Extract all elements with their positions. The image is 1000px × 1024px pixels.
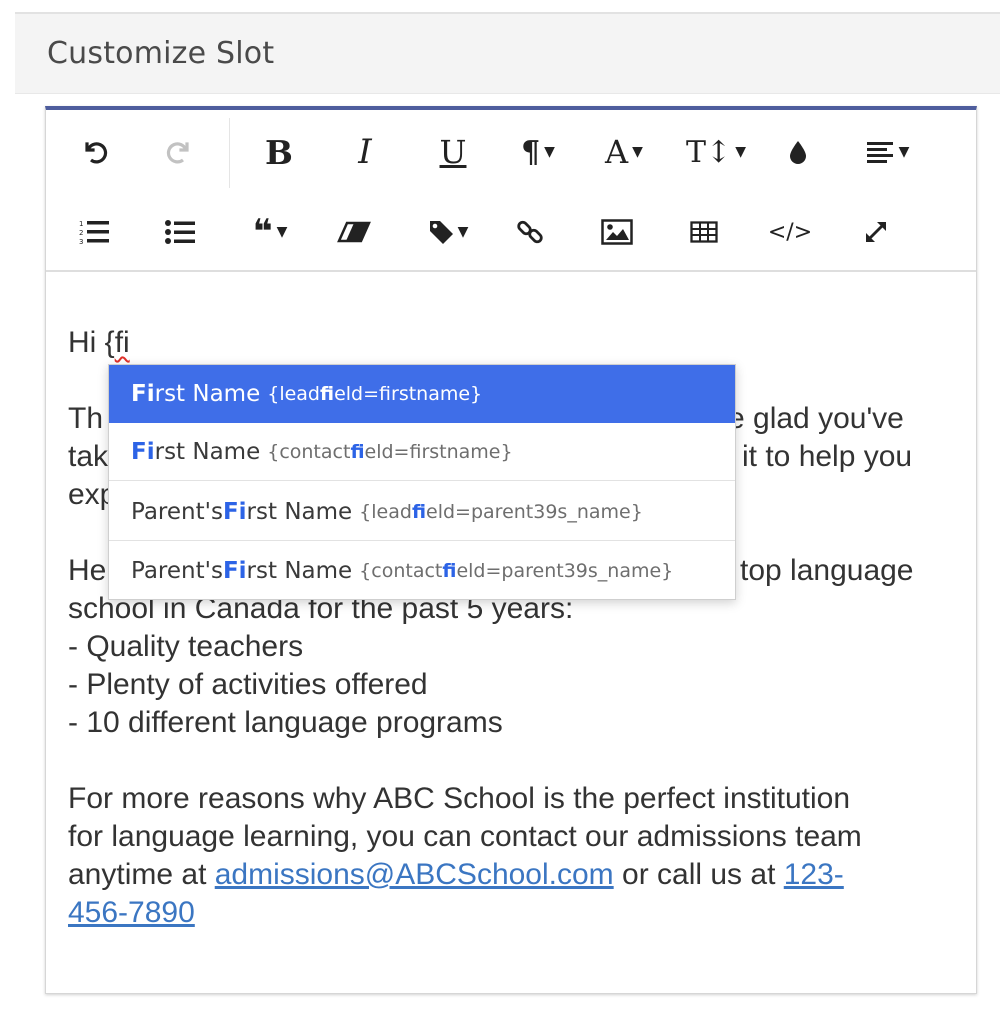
toolbar-separator (229, 118, 230, 188)
link-icon (517, 220, 543, 244)
chevron-down-icon: ▼ (898, 144, 910, 160)
table-icon (690, 221, 718, 243)
panel-header: Customize Slot (15, 12, 1000, 94)
bold-button[interactable]: B (249, 124, 309, 180)
svg-text:1: 1 (79, 220, 83, 228)
greeting-line: Hi {fi (68, 326, 130, 359)
code-view-icon: </> (767, 219, 813, 245)
code-view-button[interactable]: </> (760, 204, 820, 260)
svg-text:2: 2 (79, 229, 83, 237)
field-token: {leadfield=firstname} (267, 383, 483, 405)
bullet-item: - Plenty of activities offered (68, 668, 428, 701)
svg-text:3: 3 (79, 238, 83, 245)
eraser-icon (337, 221, 371, 243)
paragraph-icon: ¶ (521, 134, 541, 170)
align-button[interactable]: ▼ (858, 124, 918, 180)
phone-link[interactable]: 456-7890 (68, 896, 195, 929)
paragraph-3-line-4: 456-7890 (68, 894, 948, 932)
email-link[interactable]: admissions@ABCSchool.com (215, 858, 614, 891)
image-button[interactable] (587, 204, 647, 260)
bold-icon: B (265, 132, 293, 172)
chevron-down-icon: ▼ (457, 224, 469, 240)
italic-icon: I (358, 132, 372, 172)
undo-icon (85, 142, 108, 164)
autocomplete-option[interactable]: Fi rst Name {contactfield=firstname} (109, 423, 735, 481)
color-button[interactable] (768, 124, 828, 180)
field-token: {contactfield=parent39s_name} (359, 560, 674, 582)
paragraph-3-line-1: For more reasons why ABC School is the p… (68, 782, 851, 815)
field-token: {contactfield=firstname} (267, 440, 513, 463)
autocomplete-option[interactable]: Parent's Fi rst Name {leadfield=parent39s_… (109, 483, 735, 541)
tag-icon (429, 221, 453, 244)
field-token: {leadfield=parent39s_name} (359, 500, 643, 523)
chevron-down-icon: ▼ (544, 144, 555, 160)
ordered-list-icon: 123 (79, 220, 109, 245)
chevron-down-icon: ▼ (276, 224, 288, 240)
font-family-icon: A (605, 133, 629, 171)
redo-icon (166, 142, 189, 164)
blockquote-icon: ❝ (252, 212, 273, 252)
font-family-button[interactable]: A ▼ (594, 124, 654, 180)
redo-button[interactable] (150, 124, 210, 180)
undo-button[interactable] (64, 124, 124, 180)
tag-button[interactable]: ▼ (418, 204, 478, 260)
image-icon (601, 219, 633, 245)
underline-button[interactable]: U (423, 124, 483, 180)
editor-toolbar: B I U ¶ ▼ A ▼ T↕ ▼ ▼ 123 ❝ ▼ ▼ </> (46, 110, 976, 272)
chevron-down-icon: ▼ (632, 144, 643, 160)
fullscreen-button[interactable] (846, 204, 906, 260)
italic-button[interactable]: I (335, 124, 395, 180)
eraser-button[interactable] (324, 204, 384, 260)
typed-token: fi (114, 326, 130, 359)
ordered-list-button[interactable]: 123 (64, 204, 124, 260)
unordered-list-button[interactable] (150, 204, 210, 260)
phone-link[interactable]: 123- (784, 858, 844, 891)
fullscreen-icon (866, 222, 886, 242)
font-size-button[interactable]: T↕ ▼ (686, 124, 746, 180)
panel-title: Customize Slot (47, 36, 275, 71)
color-icon (790, 141, 806, 164)
underline-icon: U (439, 133, 467, 171)
bullet-item: - Quality teachers (68, 630, 304, 663)
autocomplete-option[interactable]: Parent's Fi rst Name {contactfield=parent3… (109, 542, 735, 600)
autocomplete-dropdown: Fi rst Name {leadfield=firstname} Fi rst Na… (108, 364, 736, 600)
paragraph-3-line-3: anytime at admissions@ABCSchool.com or c… (68, 858, 844, 891)
blockquote-button[interactable]: ❝ ▼ (240, 204, 300, 260)
bullet-item: - 10 different language programs (68, 706, 503, 739)
align-icon (866, 142, 893, 163)
font-size-icon: T↕ (686, 134, 732, 170)
autocomplete-option[interactable]: Fi rst Name {leadfield=firstname} (109, 365, 735, 423)
paragraph-button[interactable]: ¶ ▼ (508, 124, 568, 180)
paragraph-3-line-2: for language learning, you can contact o… (68, 820, 862, 853)
unordered-list-icon (165, 220, 195, 244)
link-button[interactable] (500, 204, 560, 260)
chevron-down-icon: ▼ (735, 144, 746, 160)
table-button[interactable] (674, 204, 734, 260)
